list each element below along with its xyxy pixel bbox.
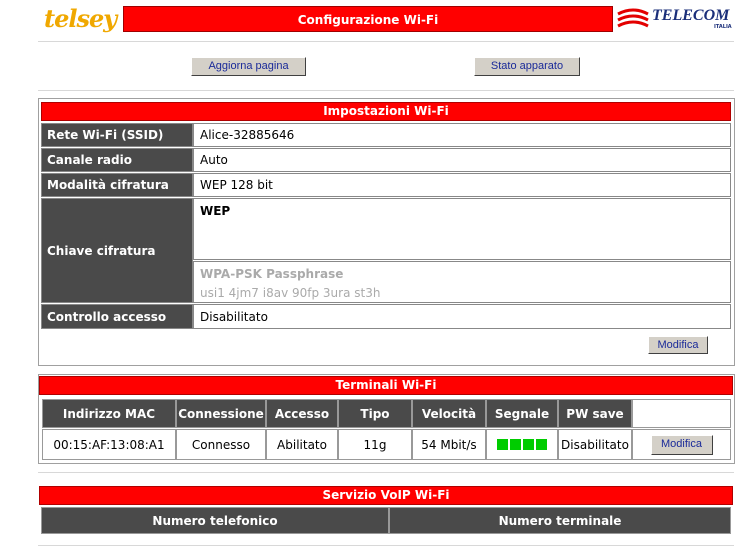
encryption-value: WEP 128 bit	[193, 173, 731, 197]
telecom-stripes-icon	[617, 8, 649, 28]
signal-bar	[497, 439, 508, 450]
key-label: Chiave cifratura	[41, 198, 193, 303]
col-phone-number: Numero telefonico	[41, 507, 389, 534]
terminal-actions: Modifica	[632, 429, 731, 460]
encryption-label: Modalità cifratura	[41, 173, 193, 197]
wifi-settings-edit-button[interactable]: Modifica	[648, 336, 708, 354]
device-status-button[interactable]: Stato apparato	[474, 57, 580, 76]
telsey-logo: telsey	[44, 4, 117, 33]
signal-bar	[510, 439, 521, 450]
terminal-speed: 54 Mbit/s	[412, 429, 486, 460]
telecom-italia-logo: TELECOM ITALIA	[616, 6, 736, 34]
wifi-settings-title: Impostazioni Wi-Fi	[41, 102, 731, 121]
divider	[38, 41, 734, 42]
ssid-value: Alice-32885646	[193, 123, 731, 147]
col-mac: Indirizzo MAC	[42, 399, 176, 428]
col-type: Tipo	[338, 399, 412, 428]
col-speed: Velocità	[412, 399, 486, 428]
wep-key-cell: WEP	[193, 198, 731, 260]
access-control-label: Controllo accesso	[41, 304, 193, 329]
terminals-title: Terminali Wi-Fi	[39, 376, 733, 395]
col-connection: Connessione	[176, 399, 266, 428]
divider	[38, 90, 734, 91]
ssid-label: Rete Wi-Fi (SSID)	[41, 123, 193, 147]
terminal-mac: 00:15:AF:13:08:A1	[42, 429, 176, 460]
divider	[38, 472, 734, 473]
italia-word: ITALIA	[714, 24, 732, 30]
refresh-page-button[interactable]: Aggiorna pagina	[191, 57, 306, 76]
divider	[38, 545, 734, 546]
channel-value: Auto	[193, 148, 731, 172]
terminal-edit-button[interactable]: Modifica	[650, 434, 713, 455]
terminal-type: 11g	[338, 429, 412, 460]
wpa-title: WPA-PSK Passphrase	[200, 267, 344, 281]
voip-title: Servizio VoIP Wi-Fi	[39, 486, 733, 505]
signal-bar	[523, 439, 534, 450]
col-signal: Segnale	[486, 399, 558, 428]
terminal-pw-save: Disabilitato	[558, 429, 632, 460]
wep-title: WEP	[200, 204, 231, 218]
col-access: Accesso	[266, 399, 338, 428]
terminal-connection: Connesso	[176, 429, 266, 460]
terminal-access: Abilitato	[266, 429, 338, 460]
wpa-key-cell: WPA-PSK Passphrase usi1 4jm7 i8av 90fp 3…	[193, 261, 731, 303]
telecom-word: TELECOM	[652, 7, 730, 24]
channel-label: Canale radio	[41, 148, 193, 172]
wpa-passphrase-value: usi1 4jm7 i8av 90fp 3ura st3h	[200, 286, 381, 300]
terminal-signal	[486, 429, 558, 460]
access-control-value: Disabilitato	[193, 304, 731, 329]
col-terminal-number: Numero terminale	[389, 507, 731, 534]
page-title: Configurazione Wi-Fi	[123, 6, 613, 32]
col-actions	[632, 399, 731, 428]
col-pw-save: PW save	[558, 399, 632, 428]
signal-bar	[536, 439, 547, 450]
